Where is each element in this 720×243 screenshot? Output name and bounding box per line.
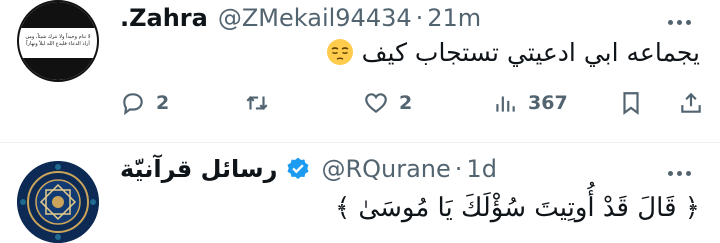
islamic-pattern-icon — [17, 161, 99, 243]
views-button[interactable]: 367 — [492, 90, 568, 116]
display-name[interactable]: .Zahra — [120, 4, 208, 32]
more-options-icon[interactable] — [668, 161, 702, 176]
tweet-item[interactable]: لا تنام وحيداً ولا تترك شيئاً، ومن أراد … — [0, 0, 720, 143]
share-button[interactable] — [678, 90, 714, 116]
timestamp[interactable]: 1d — [466, 155, 497, 183]
pensive-face-emoji-icon — [326, 39, 353, 65]
tweet-body: ﴿ قَالَ قَدْ أُوتِيتَ سُؤْلَكَ يَا مُوسَ… — [334, 193, 700, 223]
display-name[interactable]: رسائل قرآنيّة — [120, 155, 277, 183]
avatar-band-bottom — [19, 58, 97, 80]
bookmark-button[interactable] — [618, 90, 654, 116]
separator-dot: · — [454, 155, 463, 183]
views-count: 367 — [528, 92, 568, 114]
like-button[interactable]: 2 — [363, 90, 412, 116]
reply-count: 2 — [156, 92, 170, 114]
timestamp[interactable]: 21m — [427, 4, 481, 32]
user-handle[interactable]: @RQurane — [321, 155, 450, 183]
retweet-icon — [246, 96, 268, 110]
tweet-actions: 2 2 367 — [120, 90, 720, 120]
reply-icon — [123, 93, 143, 116]
bookmark-icon — [623, 92, 639, 115]
separator-dot: · — [415, 4, 424, 32]
tweet-text: يجماعه ابي ادعيتي تستجاب كيف — [120, 38, 700, 67]
share-icon — [681, 92, 701, 113]
heart-icon — [365, 93, 387, 114]
tweet-item[interactable]: رسائل قرآنيّة @RQurane · 1d ﴿ قَالَ قَدْ… — [0, 143, 720, 243]
like-count: 2 — [399, 92, 413, 114]
user-handle[interactable]: @ZMekail94434 — [218, 4, 412, 32]
avatar[interactable] — [17, 161, 99, 243]
tweet-body: يجماعه ابي ادعيتي تستجاب كيف — [361, 38, 700, 67]
avatar[interactable]: لا تنام وحيداً ولا تترك شيئاً، ومن أراد … — [17, 0, 99, 82]
more-options-icon[interactable] — [668, 10, 702, 25]
reply-button[interactable]: 2 — [120, 90, 169, 116]
tweet-header: .Zahra @ZMekail94434 · 21m — [120, 0, 481, 36]
views-chart-icon — [496, 96, 515, 112]
verified-badge-icon — [287, 157, 309, 179]
tweet-header: رسائل قرآنيّة @RQurane · 1d — [120, 151, 497, 187]
retweet-button[interactable] — [244, 90, 280, 116]
tweet-text: ﴿ قَالَ قَدْ أُوتِيتَ سُؤْلَكَ يَا مُوسَ… — [120, 193, 700, 223]
avatar-band-top — [19, 2, 97, 28]
avatar-caption: لا تنام وحيداً ولا تترك شيئاً، ومن أراد … — [25, 34, 91, 47]
